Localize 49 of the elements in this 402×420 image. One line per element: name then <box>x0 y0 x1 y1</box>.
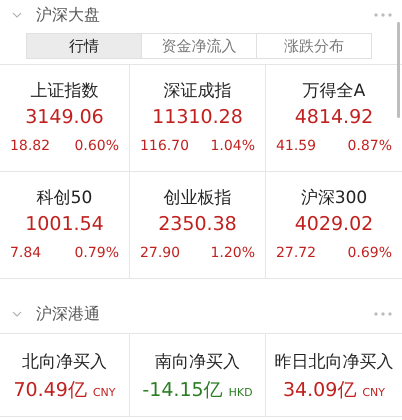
section-title: 沪深港通 <box>36 304 101 324</box>
currency-unit: CNY <box>362 386 386 399</box>
index-name: 上证指数 <box>30 80 98 102</box>
currency-unit: HKD <box>228 386 253 399</box>
section-title: 沪深大盘 <box>36 4 101 26</box>
index-name: 创业板指 <box>164 187 232 209</box>
chevron-icon[interactable] <box>12 12 22 18</box>
more-icon[interactable] <box>374 312 392 316</box>
change-value: 18.82 <box>10 138 50 154</box>
index-card[interactable]: 科创50 1001.54 7.84 0.79% <box>0 172 130 279</box>
tab[interactable]: 行情 <box>27 34 141 58</box>
change-percent: 1.20% <box>210 245 255 261</box>
index-value: 4814.92 <box>294 106 374 128</box>
index-name: 万得全A <box>302 80 366 102</box>
scrollbar[interactable] <box>397 22 400 118</box>
flow-name: 昨日北向净买入 <box>274 351 394 373</box>
index-value: 4029.02 <box>294 213 374 235</box>
change-percent: 0.60% <box>74 138 119 154</box>
index-value: 2350.38 <box>158 213 237 235</box>
flow-name: 南向净买入 <box>155 351 240 373</box>
index-card[interactable]: 上证指数 3149.06 18.82 0.60% <box>0 65 130 172</box>
index-name: 深证成指 <box>164 80 232 102</box>
more-icon[interactable] <box>374 13 392 17</box>
chevron-icon[interactable] <box>12 311 22 317</box>
index-name: 沪深300 <box>300 187 368 209</box>
change-percent: 0.79% <box>74 245 119 261</box>
change-value: 116.70 <box>140 138 189 154</box>
index-value: 3149.06 <box>25 106 104 128</box>
flow-value: 34.09亿 <box>282 378 356 403</box>
index-card[interactable]: 沪深300 4029.02 27.72 0.69% <box>266 172 402 279</box>
change-percent: 0.69% <box>348 245 392 261</box>
change-percent: 0.87% <box>348 138 392 154</box>
flow-name: 北向净买入 <box>22 351 107 373</box>
flow-card[interactable]: 北向净买入 70.49亿 CNY <box>0 334 130 417</box>
flow-value: -14.15亿 <box>142 378 223 403</box>
flow-card[interactable]: 昨日北向净买入 34.09亿 CNY <box>266 334 402 417</box>
change-value: 27.72 <box>276 245 316 261</box>
flow-card[interactable]: 南向净买入 -14.15亿 HKD <box>130 334 266 417</box>
index-name: 科创50 <box>36 187 92 209</box>
index-card[interactable]: 深证成指 11310.28 116.70 1.04% <box>130 65 266 172</box>
index-value: 1001.54 <box>25 213 104 235</box>
flow-value: 70.49亿 <box>13 378 87 403</box>
change-value: 41.59 <box>276 138 316 154</box>
change-percent: 1.04% <box>210 138 255 154</box>
change-value: 7.84 <box>10 245 42 261</box>
currency-unit: CNY <box>92 386 116 399</box>
index-value: 11310.28 <box>152 106 243 128</box>
index-card[interactable]: 创业板指 2350.38 27.90 1.20% <box>130 172 266 279</box>
change-value: 27.90 <box>140 245 180 261</box>
